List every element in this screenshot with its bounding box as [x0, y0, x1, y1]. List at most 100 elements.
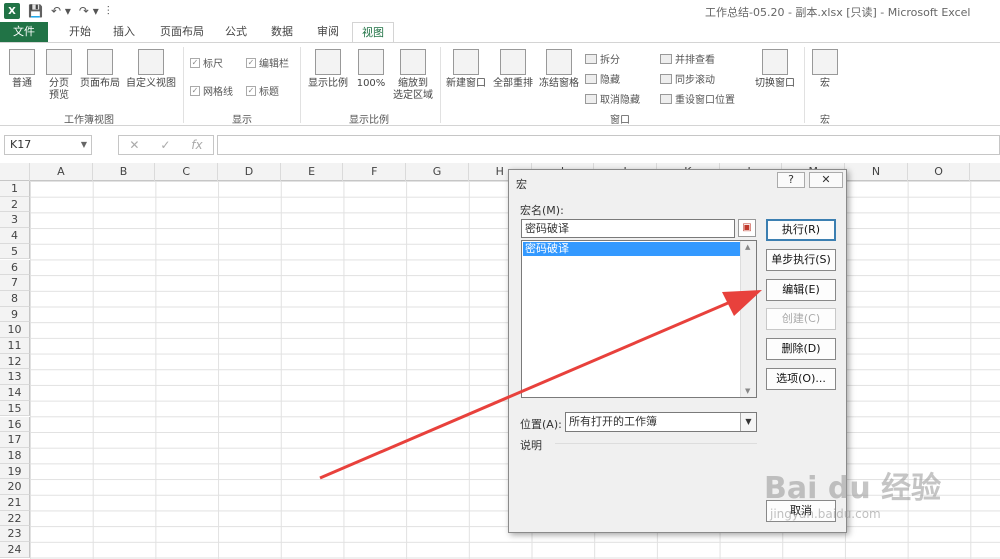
- zoom-to-selection-button[interactable]: 缩放到 选定区域: [390, 49, 436, 102]
- tab-review[interactable]: 审阅: [310, 22, 346, 42]
- list-item[interactable]: 密码破译: [523, 242, 741, 256]
- chevron-down-icon[interactable]: ▼: [81, 136, 87, 154]
- hide-button[interactable]: 隐藏: [585, 71, 620, 86]
- row-header[interactable]: 20: [0, 479, 30, 495]
- enter-icon[interactable]: ✓: [160, 138, 170, 152]
- redo-icon[interactable]: ↷ ▾: [79, 4, 99, 18]
- row-header[interactable]: 16: [0, 416, 30, 433]
- row-header[interactable]: 15: [0, 400, 30, 417]
- run-button[interactable]: 执行(R): [766, 219, 836, 241]
- macro-name-input[interactable]: 密码破译: [521, 219, 735, 238]
- step-into-button[interactable]: 单步执行(S): [766, 249, 836, 271]
- group-divider: [804, 47, 805, 123]
- watermark-url: jingyan.baidu.com: [770, 507, 881, 521]
- zoom-selection-icon: [400, 49, 426, 75]
- zoom-100-button[interactable]: 100%: [354, 49, 388, 90]
- row-header[interactable]: 1: [0, 181, 30, 197]
- normal-view-button[interactable]: 普通: [6, 49, 38, 90]
- ruler-checkbox[interactable]: ✓ 标尺: [190, 55, 223, 70]
- column-header[interactable]: N: [845, 163, 908, 181]
- collapse-dialog-icon[interactable]: ▣: [738, 219, 756, 237]
- name-box[interactable]: K17 ▼: [4, 135, 92, 155]
- row-header[interactable]: 17: [0, 432, 30, 448]
- macros-button[interactable]: 宏: [810, 49, 840, 90]
- column-header[interactable]: O: [908, 163, 971, 181]
- custom-views-button[interactable]: 自定义视图: [124, 49, 178, 90]
- page-break-preview-button[interactable]: 分页 预览: [42, 49, 76, 102]
- row-header[interactable]: 9: [0, 306, 30, 323]
- chevron-down-icon[interactable]: ▼: [740, 413, 756, 431]
- row-header[interactable]: 6: [0, 259, 30, 276]
- save-icon[interactable]: 💾: [28, 4, 43, 18]
- row-header[interactable]: 4: [0, 228, 30, 244]
- view-side-by-side-button[interactable]: 并排查看: [660, 51, 715, 66]
- delete-button[interactable]: 删除(D): [766, 338, 836, 360]
- row-header[interactable]: 11: [0, 338, 30, 354]
- row-header[interactable]: 12: [0, 353, 30, 370]
- tab-home[interactable]: 开始: [60, 22, 100, 42]
- gridlines-checkbox[interactable]: ✓ 网格线: [190, 83, 233, 98]
- zoom-button[interactable]: 显示比例: [306, 49, 350, 90]
- row-header[interactable]: 23: [0, 526, 30, 543]
- location-select[interactable]: 所有打开的工作簿 ▼: [565, 412, 757, 432]
- row-header[interactable]: 22: [0, 510, 30, 527]
- column-header[interactable]: G: [406, 163, 469, 181]
- side-by-side-icon: [660, 53, 672, 64]
- tab-data[interactable]: 数据: [264, 22, 300, 42]
- customize-qat-icon[interactable]: ⫶: [107, 4, 110, 19]
- scrollbar[interactable]: ▲ ▼: [740, 241, 756, 397]
- split-button[interactable]: 拆分: [585, 51, 620, 66]
- unhide-button[interactable]: 取消隐藏: [585, 91, 640, 106]
- hide-label: 隐藏: [600, 75, 620, 86]
- options-button[interactable]: 选项(O)...: [766, 368, 836, 390]
- description-divider: [555, 443, 757, 444]
- column-header[interactable]: C: [155, 163, 219, 181]
- name-box-value: K17: [10, 138, 32, 151]
- formula-input[interactable]: [217, 135, 1000, 155]
- tab-file[interactable]: 文件: [0, 22, 48, 42]
- row-header[interactable]: 18: [0, 447, 30, 464]
- row-header[interactable]: 14: [0, 385, 30, 401]
- split-icon: [585, 53, 597, 64]
- row-header[interactable]: 10: [0, 322, 30, 338]
- tab-page-layout[interactable]: 页面布局: [152, 22, 212, 42]
- column-header[interactable]: D: [218, 163, 281, 181]
- column-header[interactable]: E: [281, 163, 344, 181]
- row-header[interactable]: 8: [0, 290, 30, 307]
- row-header[interactable]: 5: [0, 243, 30, 260]
- arrange-all-button[interactable]: 全部重排: [490, 49, 536, 90]
- insert-function-icon[interactable]: fx: [191, 138, 202, 152]
- column-header[interactable]: B: [93, 163, 156, 181]
- scroll-down-icon[interactable]: ▼: [745, 387, 750, 395]
- row-header[interactable]: 3: [0, 212, 30, 229]
- row-header[interactable]: 19: [0, 463, 30, 480]
- close-button[interactable]: ✕: [809, 172, 843, 188]
- headings-checkbox[interactable]: ✓ 标题: [246, 83, 279, 98]
- switch-windows-button[interactable]: 切换窗口: [752, 49, 798, 90]
- tab-view[interactable]: 视图: [352, 22, 394, 43]
- row-header[interactable]: 21: [0, 495, 30, 511]
- page-layout-view-button[interactable]: 页面布局: [78, 49, 122, 90]
- tab-formulas[interactable]: 公式: [218, 22, 254, 42]
- row-header[interactable]: 2: [0, 196, 30, 213]
- freeze-panes-button[interactable]: 冻结窗格: [536, 49, 582, 90]
- column-header[interactable]: A: [30, 163, 93, 181]
- cancel-icon[interactable]: ✕: [129, 138, 139, 152]
- new-window-button[interactable]: 新建窗口: [443, 49, 489, 90]
- column-header[interactable]: F: [344, 163, 407, 181]
- edit-button[interactable]: 编辑(E): [766, 279, 836, 301]
- unhide-icon: [585, 93, 597, 104]
- tab-insert[interactable]: 插入: [104, 22, 144, 42]
- row-header[interactable]: 7: [0, 275, 30, 291]
- row-header[interactable]: 24: [0, 542, 30, 558]
- macro-list[interactable]: 密码破译 ▲ ▼: [521, 240, 757, 398]
- help-button[interactable]: ?: [777, 172, 805, 188]
- scroll-up-icon[interactable]: ▲: [745, 243, 750, 251]
- excel-logo-icon: X: [4, 3, 20, 19]
- undo-icon[interactable]: ↶ ▾: [51, 4, 71, 18]
- formula-bar-checkbox[interactable]: ✓ 编辑栏: [246, 55, 289, 70]
- select-all-corner[interactable]: [0, 163, 30, 181]
- sync-scrolling-button[interactable]: 同步滚动: [660, 71, 715, 86]
- reset-window-position-button[interactable]: 重设窗口位置: [660, 91, 735, 106]
- row-header[interactable]: 13: [0, 369, 30, 386]
